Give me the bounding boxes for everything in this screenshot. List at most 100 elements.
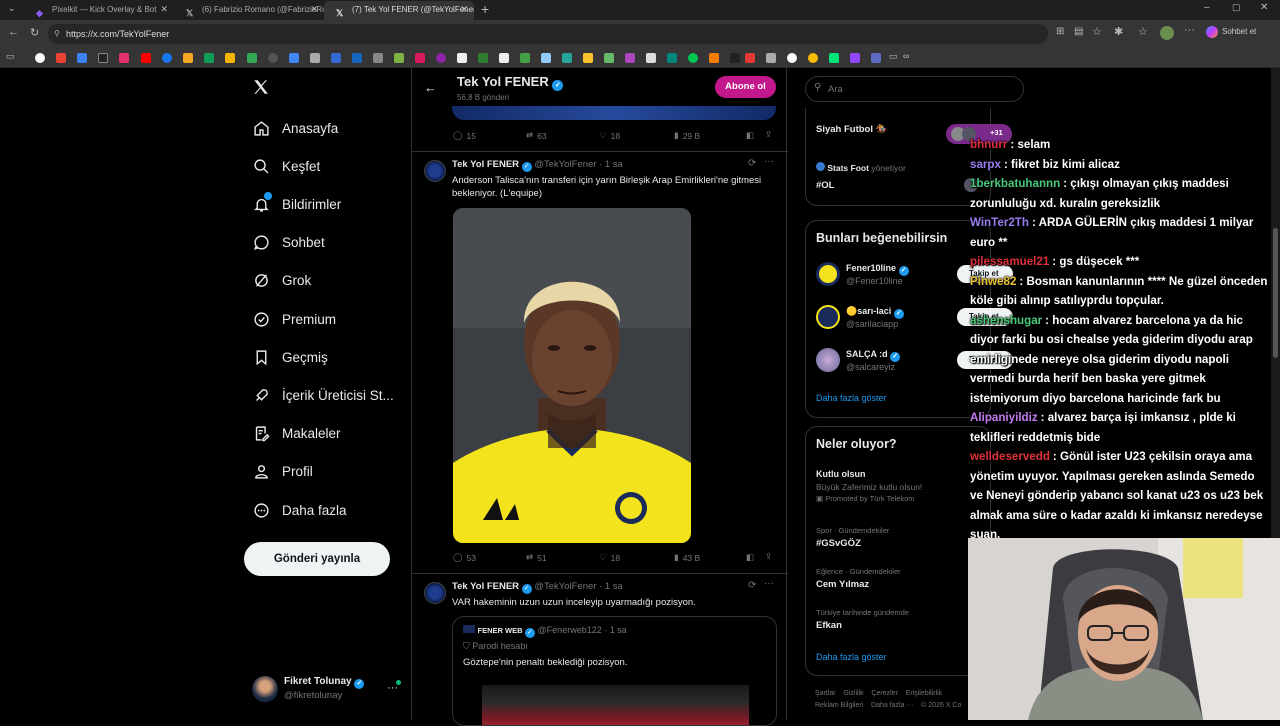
instagram-bookmark-icon[interactable] — [119, 53, 129, 63]
bookmark-icon[interactable] — [646, 53, 656, 63]
nav-grok[interactable]: Grok — [252, 267, 311, 293]
bookmark-icon[interactable] — [183, 53, 193, 63]
bookmark-icon[interactable] — [394, 53, 404, 63]
nav-home[interactable]: Anasayfa — [252, 115, 338, 141]
tab-fabrizio[interactable]: 𝕏 (6) Fabrizio Romano (@FabrizioRom… ✕ — [174, 1, 324, 20]
post-handle[interactable]: @TekYolFener — [534, 581, 596, 592]
like-stat[interactable]: ♡ 18 — [599, 552, 620, 563]
scrollbar-thumb[interactable] — [1273, 228, 1278, 358]
star-icon[interactable]: ☆ — [1092, 25, 1102, 38]
grok-icon[interactable]: ⟳ — [748, 158, 756, 169]
bookmark-icon[interactable] — [436, 53, 446, 63]
nav-bookmarks[interactable]: Geçmiş — [252, 344, 328, 370]
link-icon[interactable]: ∞ — [903, 51, 909, 61]
bookmark-icon[interactable] — [289, 53, 299, 63]
bookmark-icon[interactable] — [541, 53, 551, 63]
bookmark-icon[interactable] — [745, 53, 755, 63]
views-stat[interactable]: ▮ 43 B — [674, 552, 700, 563]
share-icon[interactable]: ⇪ — [765, 551, 772, 562]
menu-icon[interactable]: ··· — [1184, 24, 1195, 36]
footer-link[interactable]: Erişilebilirlik — [906, 690, 943, 697]
nav-explore[interactable]: Keşfet — [252, 153, 320, 179]
post-button[interactable]: Gönderi yayınla — [244, 542, 390, 576]
show-more-link[interactable]: Daha fazla göster — [816, 393, 887, 403]
bookmark-icon[interactable] — [625, 53, 635, 63]
bookmark-icon[interactable] — [373, 53, 383, 63]
back-icon[interactable]: ← — [8, 26, 19, 38]
repost-stat[interactable]: ⇄ 63 — [526, 130, 547, 141]
search-box[interactable]: ⚲ Ara — [805, 76, 1024, 102]
apps-icon[interactable]: ⊞ — [1056, 26, 1064, 37]
youtube-bookmark-icon[interactable] — [141, 53, 151, 63]
bookmark-icon[interactable] — [766, 53, 776, 63]
new-tab-icon[interactable]: + — [481, 1, 489, 17]
reply-stat[interactable]: ◯ 15 — [453, 130, 476, 141]
more-options-icon[interactable]: ··· — [764, 578, 774, 589]
site-info-icon[interactable]: ⚲ — [54, 24, 60, 44]
profile-avatar[interactable] — [1160, 26, 1174, 40]
share-icon[interactable]: ⇪ — [765, 129, 772, 140]
folder-icon[interactable]: ▭ — [889, 51, 898, 62]
nav-creator-studio[interactable]: İçerik Üreticisi St... — [252, 382, 394, 408]
more-options-icon[interactable]: ··· — [764, 156, 774, 167]
bookmark-icon[interactable] — [520, 53, 530, 63]
close-icon[interactable]: ✕ — [160, 1, 168, 18]
bookmark-icon[interactable] — [415, 53, 425, 63]
chat-button[interactable]: Sohbet et — [1222, 27, 1256, 36]
url-input[interactable]: ⚲ https://x.com/TekYolFener — [48, 24, 1048, 44]
account-switcher[interactable]: Fikret Tolunay ✓ @fikretolunay ··· — [250, 674, 405, 704]
post[interactable]: Tek Yol FENER ✓ @TekYolFener · 1 sa ⟳ ··… — [412, 152, 786, 572]
trend-item[interactable]: Spor · Gündemdekiler #GSvGÖZ — [816, 526, 986, 549]
tab-tekyolfener[interactable]: 𝕏 (7) Tek Yol FENER (@TekYolFener) ✕ — [324, 1, 474, 20]
post-time[interactable]: · 1 sa — [599, 581, 623, 592]
like-stat[interactable]: ♡ 18 — [599, 130, 620, 141]
bookmark-icon[interactable]: ◧ — [746, 552, 754, 563]
post-handle[interactable]: @TekYolFener — [534, 159, 596, 170]
bookmark-icon[interactable] — [225, 53, 235, 63]
close-icon[interactable]: ✕ — [460, 1, 468, 18]
gmail-bookmark-icon[interactable] — [56, 53, 66, 63]
space-host[interactable]: Stats Foot — [827, 163, 869, 173]
reload-icon[interactable]: ↻ — [30, 26, 39, 39]
space-title[interactable]: Siyah Futbol 🏇 — [816, 124, 887, 135]
post[interactable]: Tek Yol FENER ✓ @TekYolFener · 1 sa ⟳ ··… — [412, 574, 786, 726]
bookmark-icon[interactable]: ◧ — [746, 130, 754, 141]
previous-post-image[interactable] — [452, 106, 776, 120]
x-logo[interactable] — [252, 78, 272, 98]
tab-list-icon[interactable]: ⌄ — [8, 3, 16, 14]
avatar[interactable] — [424, 582, 446, 604]
bookmark-icon[interactable] — [850, 53, 860, 63]
bookmark-icon[interactable] — [268, 53, 278, 63]
footer-link[interactable]: Çerezler — [871, 690, 897, 697]
extensions-icon[interactable]: ✱ — [1114, 25, 1123, 38]
nav-more[interactable]: Daha fazla — [252, 497, 347, 523]
bookmark-icon[interactable] — [709, 53, 719, 63]
nav-profile[interactable]: Profil — [252, 458, 313, 484]
footer-link[interactable]: Reklam Bilgileri — [815, 702, 863, 709]
bookmark-icon[interactable] — [247, 53, 257, 63]
facebook-bookmark-icon[interactable] — [162, 53, 172, 63]
post-image[interactable] — [453, 208, 691, 543]
bookmark-icon[interactable] — [204, 53, 214, 63]
tab-pixelkit[interactable]: ◆ Pixelkit — Kick Overlay & Bot ✕ — [24, 1, 174, 20]
footer-link[interactable]: Daha fazla ··· — [871, 702, 913, 709]
views-stat[interactable]: ▮ 29 B — [674, 130, 700, 141]
trend-item[interactable]: Türkiye tarihinde gündemde Efkan — [816, 608, 986, 631]
post-time[interactable]: · 1 sa — [599, 159, 623, 170]
nav-chat[interactable]: Sohbet — [252, 229, 325, 255]
bookmark-icon[interactable] — [667, 53, 677, 63]
trend-item[interactable]: Eğlence · Gündemdekiler Cem Yılmaz — [816, 567, 986, 590]
maximize-icon[interactable]: ▢ — [1232, 2, 1241, 13]
grok-icon[interactable]: ⟳ — [748, 580, 756, 591]
reply-stat[interactable]: ◯ 53 — [453, 552, 476, 563]
bookmark-toggle-icon[interactable]: ▭ — [6, 51, 15, 62]
minimize-icon[interactable]: – — [1204, 2, 1210, 13]
bookmark-icon[interactable] — [457, 53, 467, 63]
avatar[interactable] — [424, 160, 446, 182]
space-title[interactable]: #OL — [816, 180, 834, 191]
bookmark-icon[interactable] — [688, 53, 698, 63]
trend-item[interactable]: Kutlu olsun Büyük Zaferimiz kutlu olsun!… — [816, 469, 986, 503]
bookmark-icon[interactable] — [77, 53, 87, 63]
subscribe-button[interactable]: Abone ol — [715, 76, 776, 98]
show-more-link[interactable]: Daha fazla göster — [816, 652, 887, 662]
